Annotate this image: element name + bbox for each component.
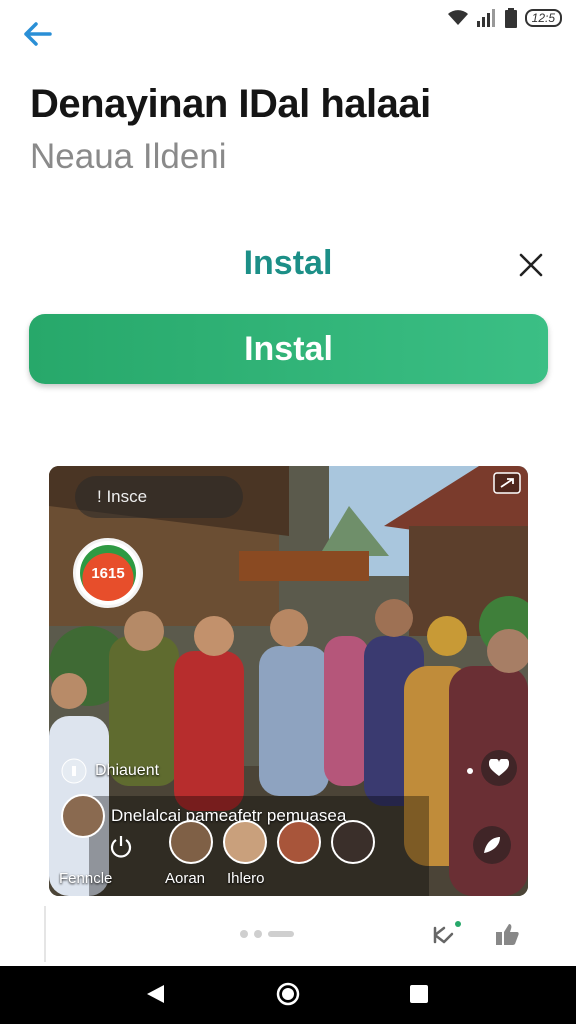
power-icon[interactable] (107, 832, 135, 860)
signal-icon (476, 9, 495, 27)
status-bar: 12:5 (0, 0, 576, 40)
back-button[interactable] (20, 16, 56, 52)
brand-logo: 1615 (73, 538, 143, 608)
install-heading: Instal (243, 244, 333, 282)
caption-small: Dhiauent (95, 762, 160, 779)
leaf-icon (484, 837, 500, 853)
nav-recents-icon[interactable] (408, 983, 430, 1005)
label-aoran: Aoran (165, 870, 206, 887)
nav-home-icon[interactable] (276, 982, 300, 1006)
install-button-label: Instal (244, 329, 333, 368)
indicator-dot (467, 768, 473, 774)
divider (44, 906, 46, 962)
time-badge: 12:5 (524, 9, 562, 27)
caption-small-row: Dhiauent (61, 758, 159, 784)
pager-dot (254, 930, 262, 938)
nav-back-icon[interactable] (144, 983, 166, 1005)
avatar[interactable] (277, 820, 321, 864)
brand-logo-text: 1615 (80, 545, 136, 601)
label-fenncle: Fenncle (59, 870, 113, 887)
avatar[interactable] (223, 820, 267, 864)
pager-dot (240, 930, 248, 938)
thumb-up-icon[interactable] (494, 922, 520, 946)
avatar[interactable] (169, 820, 213, 864)
close-button[interactable] (516, 250, 546, 280)
system-nav-bar (0, 966, 576, 1024)
page-subtitle: Neaua Ildeni (30, 137, 227, 176)
pager-dots (240, 930, 294, 938)
avatar (61, 794, 105, 838)
wifi-icon (447, 10, 468, 25)
back-arrow-icon (24, 22, 52, 46)
page-title: Denayinan IDal halaai (30, 82, 431, 126)
heart-icon (489, 759, 509, 776)
card-footer (44, 906, 532, 962)
heart-button[interactable] (481, 750, 517, 786)
leaf-button[interactable] (473, 826, 511, 864)
avatar-row (169, 820, 375, 864)
expand-icon[interactable] (493, 472, 521, 494)
media-preview[interactable]: ! Insce 1615 Dhiauent Dnelalcai pameafet… (49, 466, 528, 896)
label-ihlero: Ihlero (227, 870, 265, 887)
overlay-search-chip[interactable]: ! Insce (75, 476, 243, 518)
share-icon[interactable] (432, 920, 462, 948)
battery-icon (504, 8, 517, 28)
avatar[interactable] (331, 820, 375, 864)
close-icon (519, 253, 543, 277)
pager-active (268, 931, 294, 937)
install-button[interactable]: Instal (29, 314, 548, 384)
speaker-icon (61, 758, 87, 784)
